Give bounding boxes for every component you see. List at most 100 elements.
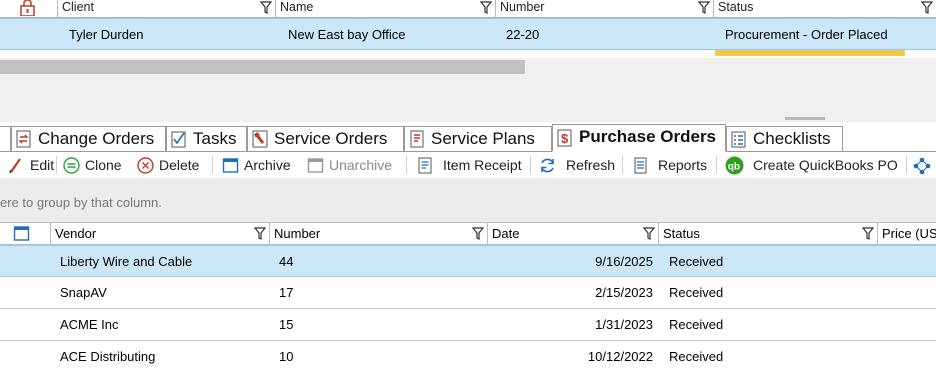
tab-label: Service Orders (274, 129, 388, 148)
edit-button[interactable]: Edit (8, 155, 54, 175)
refresh-button[interactable]: Refresh (539, 155, 615, 175)
toolbar: Edit Clone Delete Archive Unarchive Item… (0, 152, 936, 178)
filter-icon[interactable] (643, 227, 655, 240)
tab-leftover[interactable] (0, 126, 11, 151)
workflow-icon[interactable] (912, 156, 932, 176)
filter-icon[interactable] (862, 227, 874, 240)
column-chooser-header[interactable] (0, 222, 51, 245)
column-chooser-icon[interactable] (13, 225, 30, 242)
clone-icon (63, 157, 80, 174)
table-row[interactable]: Liberty Wire and Cable 44 9/16/2025 Rece… (0, 245, 936, 277)
filter-icon[interactable] (472, 227, 484, 240)
filter-icon[interactable] (254, 227, 266, 240)
column-header-number[interactable]: Number (496, 0, 714, 17)
toolbar-separator (530, 156, 531, 174)
tab-purchase-orders[interactable]: $ Purchase Orders (552, 124, 726, 152)
service-plans-icon (410, 130, 424, 148)
filter-icon[interactable] (260, 1, 272, 14)
column-header-date[interactable]: Date (488, 222, 659, 245)
name-cell: New East bay Office (288, 27, 406, 42)
archive-label: Archive (244, 157, 291, 173)
tab-service-plans[interactable]: Service Plans (404, 126, 552, 151)
project-row[interactable]: Tyler Durden New East bay Office 22-20 P… (0, 18, 936, 50)
splitter-handle[interactable] (785, 117, 825, 120)
scrollbar-thumb[interactable] (0, 60, 525, 74)
table-row[interactable]: ACE Distributing 10 10/12/2022 Received (0, 341, 936, 373)
unarchive-button[interactable]: Unarchive (307, 155, 392, 175)
toolbar-separator (906, 156, 907, 174)
column-header-label: Name (280, 0, 314, 14)
archive-button[interactable]: Archive (222, 155, 291, 175)
tab-checklists[interactable]: Checklists (726, 126, 843, 151)
column-header-label: Date (492, 226, 520, 241)
delete-label: Delete (159, 157, 200, 173)
group-by-hint: ere to group by that column. (0, 195, 162, 210)
svg-text:qb: qb (728, 161, 740, 172)
clone-button[interactable]: Clone (63, 155, 122, 175)
purchase-orders-icon: $ (557, 129, 572, 147)
tab-label: Checklists (753, 129, 831, 148)
lock-icon (20, 0, 35, 16)
column-header-client[interactable]: Client (58, 0, 276, 17)
wrench-icon (252, 130, 268, 148)
reports-button[interactable]: Reports (632, 155, 707, 175)
number-cell: 44 (279, 254, 294, 269)
number-cell: 22-20 (506, 27, 540, 42)
horizontal-scrollbar[interactable] (0, 58, 936, 76)
vendor-cell: ACME Inc (60, 317, 119, 332)
table-row[interactable]: ACME Inc 15 1/31/2023 Received (0, 309, 936, 341)
column-header-label: Client (62, 0, 94, 14)
number-cell: 15 (279, 317, 294, 332)
tab-label: Service Plans (431, 129, 535, 148)
column-header-status[interactable]: Status (714, 0, 936, 17)
table-row[interactable]: SnapAV 17 2/15/2023 Received (0, 277, 936, 309)
item-receipt-button[interactable]: Item Receipt (417, 155, 522, 175)
filter-icon[interactable] (698, 1, 710, 14)
column-header-price[interactable]: Price (US (878, 222, 936, 245)
tab-bar: Change Orders Tasks Service Orders Servi… (0, 122, 936, 152)
edit-label: Edit (30, 157, 55, 173)
tab-tasks[interactable]: Tasks (166, 126, 247, 151)
archive-icon (222, 158, 239, 173)
create-quickbooks-po-label: Create QuickBooks PO (753, 157, 898, 173)
delete-button[interactable]: Delete (137, 155, 199, 175)
filter-icon[interactable] (480, 1, 492, 14)
vendor-cell: ACE Distributing (60, 349, 156, 364)
tab-change-orders[interactable]: Change Orders (11, 126, 166, 151)
number-cell: 10 (279, 349, 294, 364)
toolbar-separator (212, 156, 213, 174)
pencil-icon (9, 158, 21, 174)
unarchive-icon (307, 158, 324, 173)
column-header-name[interactable]: Name (276, 0, 496, 17)
toolbar-separator (56, 156, 57, 174)
refresh-label: Refresh (566, 157, 616, 173)
tab-label: Change Orders (38, 129, 155, 148)
create-quickbooks-po-button[interactable]: qb Create QuickBooks PO (725, 155, 898, 175)
column-header-label: Number (500, 0, 545, 14)
status-cell: Received (669, 349, 724, 364)
svg-text:$: $ (561, 131, 569, 146)
lock-column-header[interactable] (0, 0, 58, 17)
toolbar-separator (716, 156, 717, 174)
group-by-panel[interactable]: ere to group by that column. (0, 178, 936, 222)
tasks-icon (171, 131, 186, 148)
date-cell: 2/15/2023 (595, 285, 653, 300)
tab-service-orders[interactable]: Service Orders (247, 126, 404, 151)
column-header-number[interactable]: Number (270, 222, 488, 245)
panel-background (0, 76, 936, 122)
column-header-vendor[interactable]: Vendor (51, 222, 270, 245)
column-header-label: Number (274, 226, 321, 241)
reports-icon (634, 157, 647, 174)
change-orders-icon (16, 130, 31, 148)
clone-label: Clone (85, 157, 122, 173)
item-receipt-label: Item Receipt (443, 157, 522, 173)
filter-icon[interactable] (921, 1, 933, 14)
toolbar-separator (406, 156, 407, 174)
unarchive-label: Unarchive (329, 157, 393, 173)
status-cell: Received (669, 254, 724, 269)
column-header-label: Price (US (882, 226, 936, 241)
column-header-status[interactable]: Status (659, 222, 878, 245)
status-color-bar (715, 50, 905, 56)
vendor-cell: SnapAV (60, 285, 107, 300)
status-cell: Received (669, 285, 724, 300)
